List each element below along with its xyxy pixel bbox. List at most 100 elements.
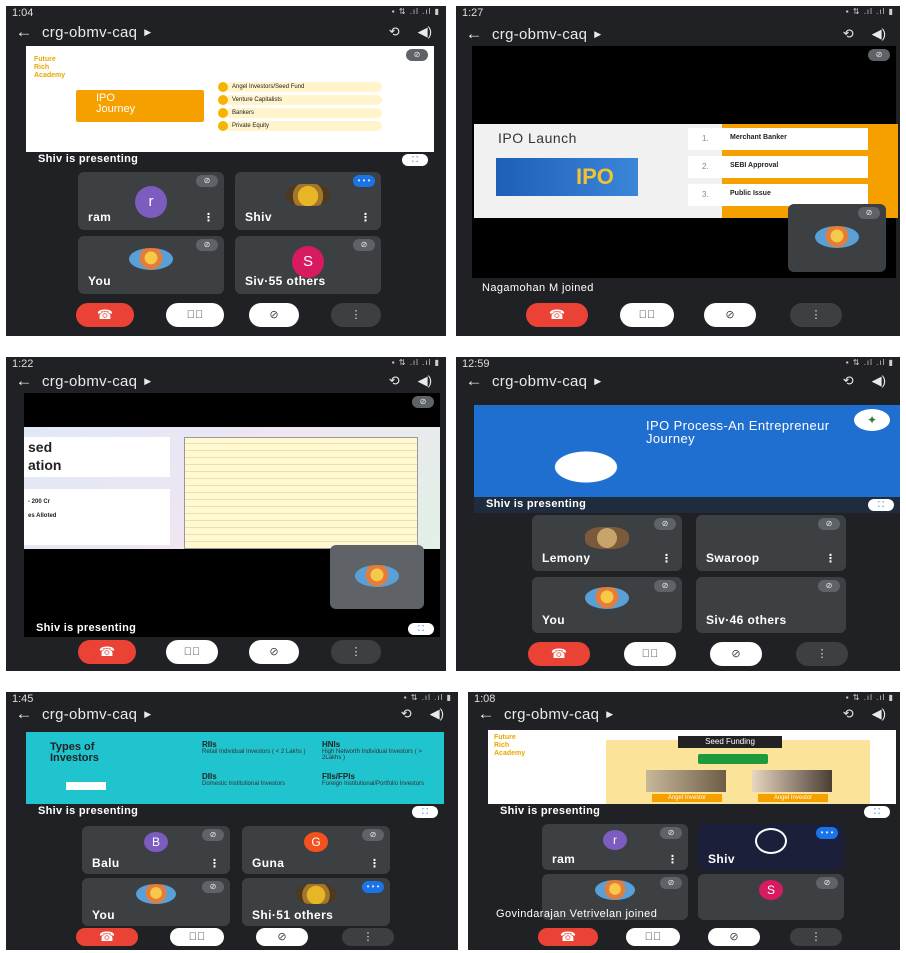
more-options-button[interactable]: ⋮ bbox=[331, 303, 381, 327]
back-arrow-icon[interactable]: ← bbox=[6, 371, 42, 391]
participant-tile[interactable]: B ⊘ Balu ⋮ bbox=[82, 826, 230, 874]
participant-name: ram bbox=[88, 210, 112, 224]
more-options-icon[interactable]: ⋮ bbox=[360, 211, 371, 224]
avatar bbox=[585, 527, 629, 549]
switch-camera-icon[interactable]: ⟲ bbox=[389, 373, 400, 389]
speaker-icon[interactable]: ◀) bbox=[872, 26, 886, 42]
participant-tile[interactable]: G ⊘ Guna ⋮ bbox=[242, 826, 390, 874]
camera-off-button[interactable]: ▭⃠ bbox=[166, 303, 224, 327]
camera-off-button[interactable]: ▭⃠ bbox=[624, 642, 676, 666]
back-arrow-icon[interactable]: ← bbox=[456, 24, 492, 44]
more-options-icon[interactable]: ⋮ bbox=[209, 857, 220, 870]
camera-off-button[interactable]: ▭⃠ bbox=[170, 928, 224, 946]
switch-camera-icon[interactable]: ⟲ bbox=[401, 706, 412, 722]
end-call-button[interactable]: ☎ bbox=[528, 642, 590, 666]
participant-tile[interactable]: ⊘ You bbox=[82, 878, 230, 926]
more-options-icon[interactable]: ⋮ bbox=[203, 211, 214, 224]
caret-right-icon[interactable]: ▶ bbox=[594, 376, 601, 387]
end-call-button[interactable]: ☎ bbox=[538, 928, 598, 946]
slide-title: IPO Launch bbox=[498, 130, 577, 146]
meeting-code[interactable]: crg-obmv-caq bbox=[42, 24, 137, 41]
presentation-tile[interactable]: Future Rich Academy Seed Funding Angel I… bbox=[488, 730, 896, 820]
more-options-button[interactable]: ⋮ bbox=[790, 928, 842, 946]
participant-tile[interactable]: S ⊘ Siv·55 others bbox=[235, 236, 381, 294]
caret-right-icon[interactable]: ▶ bbox=[144, 709, 151, 720]
mic-off-button[interactable]: ⊘ bbox=[710, 642, 762, 666]
self-view-tile[interactable] bbox=[330, 545, 424, 609]
mic-off-button[interactable]: ⊘ bbox=[704, 303, 756, 327]
end-call-button[interactable]: ☎ bbox=[78, 640, 136, 664]
meeting-code[interactable]: crg-obmv-caq bbox=[504, 706, 599, 723]
presentation-tile[interactable]: ⊘ IPO Launch IPO 1. Merchant Banker 2. S… bbox=[472, 46, 898, 278]
caret-right-icon[interactable]: ▶ bbox=[144, 27, 151, 38]
mic-off-button[interactable]: ⊘ bbox=[249, 303, 299, 327]
switch-camera-icon[interactable]: ⟲ bbox=[843, 706, 854, 722]
back-arrow-icon[interactable]: ← bbox=[6, 704, 42, 724]
back-arrow-icon[interactable]: ← bbox=[456, 371, 492, 391]
participant-tile[interactable]: • • • Shiv bbox=[698, 824, 844, 870]
participant-tile[interactable]: r ⊘ ram ⋮ bbox=[78, 172, 224, 230]
meeting-code[interactable]: crg-obmv-caq bbox=[42, 706, 137, 723]
presentation-tile[interactable]: IPO Process-An Entrepreneur Journey ✦ Sh… bbox=[474, 405, 900, 513]
photo bbox=[646, 770, 726, 792]
participant-tile[interactable]: ⊘ Siv·46 others bbox=[696, 577, 846, 633]
presentation-tile[interactable]: ⊘ sed ation - 200 Cr es Alloted Shiv is … bbox=[24, 393, 440, 637]
participant-tile[interactable]: S ⊘ bbox=[698, 874, 844, 920]
camera-off-button[interactable]: ▭⃠ bbox=[626, 928, 680, 946]
caret-right-icon[interactable]: ▶ bbox=[606, 709, 613, 720]
fullscreen-icon[interactable]: ⛶ bbox=[864, 806, 890, 818]
more-options-button[interactable]: ⋮ bbox=[331, 640, 381, 664]
speaker-icon[interactable]: ◀) bbox=[418, 373, 432, 389]
mic-off-button[interactable]: ⊘ bbox=[256, 928, 308, 946]
participant-name: Shiv bbox=[245, 210, 272, 224]
speaker-icon[interactable]: ◀) bbox=[430, 706, 444, 722]
more-options-button[interactable]: ⋮ bbox=[796, 642, 848, 666]
presenting-bar: Shiv is presenting ⛶ bbox=[474, 497, 900, 513]
meeting-code[interactable]: crg-obmv-caq bbox=[492, 26, 587, 43]
presentation-tile[interactable]: Future Rich Academy IPO Journey Angel In… bbox=[26, 46, 434, 168]
panel-2: 1:27 ▪ ⇅ .ıl .ıl ▮ ← crg-obmv-caq ▶ ⟲ ◀) … bbox=[456, 6, 900, 336]
fullscreen-icon[interactable]: ⛶ bbox=[412, 806, 438, 818]
participant-tile[interactable]: • • • Shi·51 others bbox=[242, 878, 390, 926]
speaker-icon[interactable]: ◀) bbox=[872, 706, 886, 722]
speaker-icon[interactable]: ◀) bbox=[418, 24, 432, 40]
switch-camera-icon[interactable]: ⟲ bbox=[843, 373, 854, 389]
caret-right-icon[interactable]: ▶ bbox=[594, 29, 601, 40]
mic-off-icon: ⊘ bbox=[868, 49, 890, 61]
mic-off-button[interactable]: ⊘ bbox=[708, 928, 760, 946]
fullscreen-icon[interactable]: ⛶ bbox=[868, 499, 894, 511]
participant-name: Shi·51 others bbox=[252, 908, 334, 922]
meeting-code[interactable]: crg-obmv-caq bbox=[492, 373, 587, 390]
end-call-button[interactable]: ☎ bbox=[76, 303, 134, 327]
meeting-code[interactable]: crg-obmv-caq bbox=[42, 373, 137, 390]
presentation-tile[interactable]: Types of Investors RIIs Retail Individua… bbox=[26, 732, 444, 820]
end-call-button[interactable]: ☎ bbox=[76, 928, 138, 946]
speaker-icon[interactable]: ◀) bbox=[872, 373, 886, 389]
panel-1: 1:04 ▪ ⇅ .ıl .ıl ▮ ← crg-obmv-caq ▶ ⟲ ◀) … bbox=[6, 6, 446, 336]
end-call-button[interactable]: ☎ bbox=[526, 303, 588, 327]
fullscreen-icon[interactable]: ⛶ bbox=[402, 154, 428, 166]
mic-off-button[interactable]: ⊘ bbox=[249, 640, 299, 664]
presenting-label: Shiv is presenting bbox=[500, 805, 601, 817]
switch-camera-icon[interactable]: ⟲ bbox=[843, 26, 854, 42]
fullscreen-icon[interactable]: ⛶ bbox=[408, 623, 434, 635]
more-options-icon[interactable]: ⋮ bbox=[661, 552, 672, 565]
back-arrow-icon[interactable]: ← bbox=[468, 704, 504, 724]
participant-tile[interactable]: • • • Shiv ⋮ bbox=[235, 172, 381, 230]
more-options-button[interactable]: ⋮ bbox=[342, 928, 394, 946]
participant-tile[interactable]: ⊘ You bbox=[532, 577, 682, 633]
more-options-button[interactable]: ⋮ bbox=[790, 303, 842, 327]
self-view-tile[interactable]: ⊘ bbox=[788, 204, 886, 272]
caret-right-icon[interactable]: ▶ bbox=[144, 376, 151, 387]
back-arrow-icon[interactable]: ← bbox=[6, 22, 42, 42]
participant-tile[interactable]: ⊘ Lemony ⋮ bbox=[532, 515, 682, 571]
more-options-icon[interactable]: ⋮ bbox=[825, 552, 836, 565]
camera-off-button[interactable]: ▭⃠ bbox=[166, 640, 218, 664]
camera-off-button[interactable]: ▭⃠ bbox=[620, 303, 674, 327]
more-options-icon[interactable]: ⋮ bbox=[369, 857, 380, 870]
participant-tile[interactable]: ⊘ Swaroop ⋮ bbox=[696, 515, 846, 571]
switch-camera-icon[interactable]: ⟲ bbox=[389, 24, 400, 40]
participant-tile[interactable]: r ⊘ ram ⋮ bbox=[542, 824, 688, 870]
participant-tile[interactable]: ⊘ You bbox=[78, 236, 224, 294]
more-options-icon[interactable]: ⋮ bbox=[667, 853, 678, 866]
